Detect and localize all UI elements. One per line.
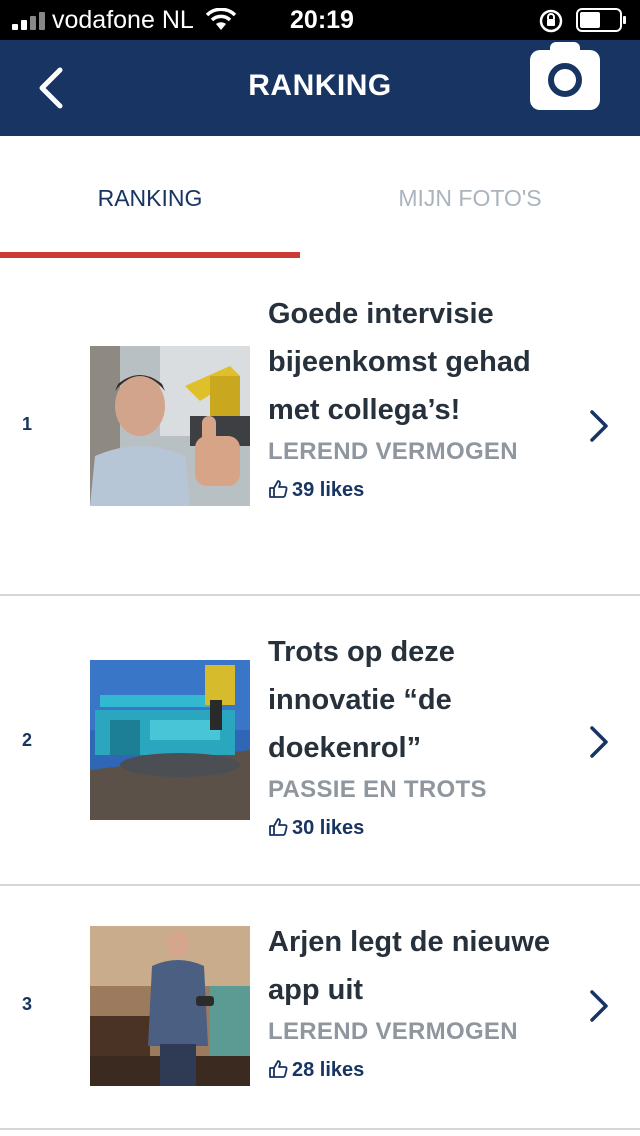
rank-number: 1 (22, 414, 33, 434)
status-bar: vodafone NL 20:19 (0, 0, 640, 40)
camera-icon (550, 42, 580, 54)
likes-label: 39 likes (292, 479, 365, 501)
thumbs-up-icon (269, 1060, 288, 1078)
list-item[interactable]: 2 Trots op deze innovatie “de doekenrol”… (0, 596, 640, 886)
item-title: Trots op deze innovatie “de doekenrol” (268, 636, 455, 764)
chevron-right-icon[interactable] (586, 408, 612, 444)
list-item[interactable]: 1 Goede intervisie bijeenkomst gehad met… (0, 258, 640, 596)
likes-count[interactable]: 30 likes (268, 814, 568, 842)
ranking-list: 1 Goede intervisie bijeenkomst gehad met… (0, 258, 640, 1130)
rank-number: 3 (22, 994, 33, 1014)
camera-lens (548, 63, 582, 97)
battery-icon (576, 8, 626, 32)
list-item[interactable]: 3 Arjen legt de nieuwe app uit LEREND VE… (0, 886, 640, 1130)
likes-count[interactable]: 39 likes (268, 476, 568, 504)
item-category: PASSIE EN TROTS (268, 776, 487, 803)
likes-label: 28 likes (292, 1059, 365, 1081)
chevron-right-icon[interactable] (586, 724, 612, 760)
photo-man-presenting (90, 926, 250, 1086)
rotation-lock-icon (539, 9, 563, 33)
likes-count[interactable]: 28 likes (268, 1056, 568, 1084)
item-title: Goede intervisie bijeenkomst gehad met c… (268, 298, 531, 426)
photo-thumbnail[interactable] (90, 926, 250, 1086)
nav-bar: RANKING (0, 40, 640, 136)
thumbs-up-icon (269, 818, 288, 836)
thumbs-up-icon (269, 480, 288, 498)
likes-label: 30 likes (292, 817, 365, 839)
tab-ranking[interactable]: RANKING (0, 184, 300, 212)
photo-thumbnail[interactable] (90, 346, 250, 506)
tab-bar: RANKING MIJN FOTO'S (0, 136, 640, 258)
photo-man-thumbs-up (90, 346, 250, 506)
camera-button[interactable] (530, 42, 600, 110)
rank-number: 2 (22, 730, 33, 750)
tab-mijn-fotos[interactable]: MIJN FOTO'S (320, 184, 620, 212)
photo-doekenrol-machine (90, 660, 250, 820)
item-title: Arjen legt de nieuwe app uit (268, 926, 550, 1006)
item-content: Arjen legt de nieuwe app uit LEREND VERM… (268, 918, 568, 1084)
item-content: Goede intervisie bijeenkomst gehad met c… (268, 290, 568, 504)
item-content: Trots op deze innovatie “de doekenrol” P… (268, 628, 568, 842)
item-category: LEREND VERMOGEN (268, 1018, 518, 1045)
photo-thumbnail[interactable] (90, 660, 250, 820)
item-category: LEREND VERMOGEN (268, 438, 518, 465)
chevron-right-icon[interactable] (586, 988, 612, 1024)
